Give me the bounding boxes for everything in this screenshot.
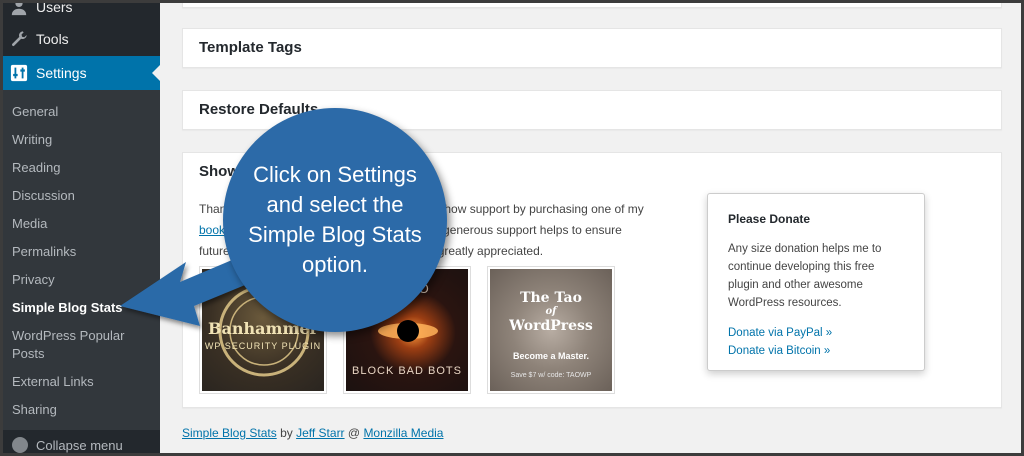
- book2-bottom-text: BLOCK BAD BOTS: [352, 365, 462, 377]
- menu-users-label: Users: [36, 0, 73, 15]
- donate-box: Please Donate Any size donation helps me…: [707, 193, 925, 371]
- donate-title: Please Donate: [728, 212, 811, 226]
- collapse-menu-label: Collapse menu: [36, 437, 123, 453]
- submenu-external-links[interactable]: External Links: [0, 368, 160, 396]
- submenu-wordpress-popular-posts[interactable]: WordPress Popular Posts: [0, 322, 160, 368]
- support-line3-a: future: [199, 244, 230, 258]
- book3-title-a: The Tao: [520, 290, 582, 306]
- menu-users[interactable]: Users: [0, 0, 160, 24]
- submenu-permalinks[interactable]: Permalinks: [0, 238, 160, 266]
- template-tags-heading[interactable]: Template Tags: [183, 29, 1001, 67]
- collapse-icon: [12, 437, 28, 453]
- submenu-general[interactable]: General: [0, 98, 160, 126]
- footer-company-link[interactable]: Monzilla Media: [363, 426, 443, 440]
- book3-subtitle: Become a Master.: [512, 351, 590, 361]
- submenu-reading[interactable]: Reading: [0, 154, 160, 182]
- donate-paypal-link[interactable]: Donate via PayPal »: [728, 324, 904, 342]
- users-icon: [11, 0, 27, 16]
- menu-settings-label: Settings: [36, 65, 87, 81]
- footer-author-link[interactable]: Jeff Starr: [296, 426, 344, 440]
- footer-by: by: [280, 426, 293, 440]
- donate-bitcoin-link[interactable]: Donate via Bitcoin »: [728, 342, 904, 360]
- submenu-media[interactable]: Media: [0, 210, 160, 238]
- submenu-privacy[interactable]: Privacy: [0, 266, 160, 294]
- support-line2-b: ur generous support helps to ensure: [429, 223, 622, 237]
- menu-tools-label: Tools: [36, 31, 69, 47]
- support-line1-b: show support by purchasing one of my: [438, 202, 644, 216]
- submenu-simple-blog-stats[interactable]: Simple Blog Stats: [0, 294, 160, 322]
- submenu-discussion[interactable]: Discussion: [0, 182, 160, 210]
- callout-text: Click on Settings and select the Simple …: [248, 162, 422, 277]
- postbox-top-partial: [182, 0, 1002, 8]
- book1-subtitle: WP SECURITY PLUGIN: [204, 341, 322, 351]
- support-line3-b: greatly appreciated.: [437, 244, 544, 258]
- submenu-sharing[interactable]: Sharing: [0, 396, 160, 424]
- book3-title-b: of: [545, 306, 557, 317]
- book-cover-tao: The Tao of WordPress Become a Master. Sa…: [490, 269, 612, 391]
- menu-settings[interactable]: Settings: [0, 56, 160, 90]
- annotation-callout: Click on Settings and select the Simple …: [223, 108, 447, 332]
- donate-body: Any size donation helps me to continue d…: [728, 243, 882, 309]
- wrench-icon: [11, 31, 27, 47]
- footer-at: @: [347, 426, 361, 440]
- settings-sliders-icon: [10, 64, 28, 82]
- book3-title: The Tao of WordPress: [490, 289, 612, 335]
- footer-plugin-link[interactable]: Simple Blog Stats: [182, 426, 277, 440]
- submenu-writing[interactable]: Writing: [0, 126, 160, 154]
- postbox-template-tags[interactable]: Template Tags: [182, 28, 1002, 68]
- admin-sidebar: Users Tools Settings General Writing Rea…: [0, 0, 160, 456]
- plugin-footer: Simple Blog Stats by Jeff Starr @ Monzil…: [182, 426, 443, 440]
- book-tao-of-wordpress[interactable]: The Tao of WordPress Become a Master. Sa…: [487, 266, 615, 394]
- menu-tools[interactable]: Tools: [0, 22, 160, 56]
- collapse-menu-button[interactable]: Collapse menu: [0, 434, 160, 456]
- settings-submenu: General Writing Reading Discussion Media…: [0, 90, 160, 430]
- book3-title-c: WordPress: [509, 318, 593, 334]
- book3-promo: Save $7 w/ code: TAOWP: [510, 372, 592, 379]
